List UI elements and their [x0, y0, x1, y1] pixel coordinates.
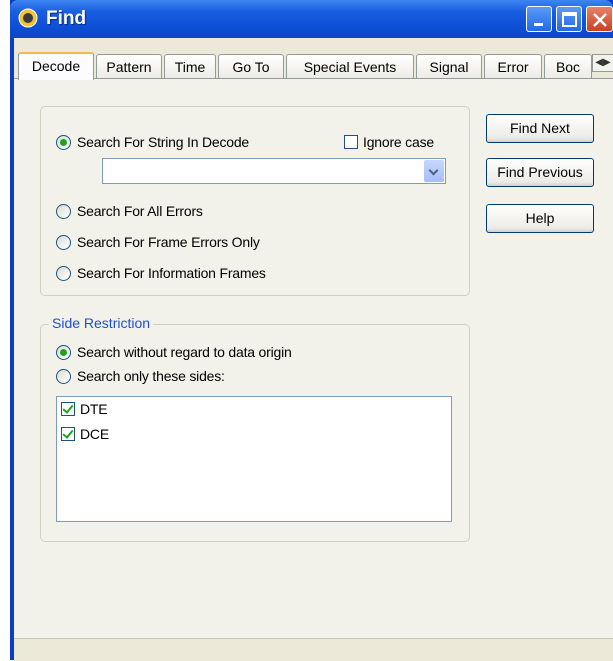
tab-go-to[interactable]: Go To [218, 54, 284, 78]
radio-string-in-decode[interactable]: Search For String In Decode [56, 134, 249, 150]
find-next-button[interactable]: Find Next [486, 114, 594, 143]
ignore-case-label: Ignore case [363, 134, 434, 150]
radio-frame-errors[interactable]: Search For Frame Errors Only [56, 234, 260, 250]
radio-unselected-icon [56, 265, 71, 281]
radio-all-errors-label: Search For All Errors [77, 203, 203, 219]
side-item-dte[interactable]: DTE [61, 401, 108, 417]
radio-without-regard[interactable]: Search without regard to data origin [56, 344, 292, 360]
side-item-label: DCE [80, 426, 109, 442]
radio-info-frames-label: Search For Information Frames [77, 265, 266, 281]
tab-boc[interactable]: Boc [544, 54, 592, 78]
side-item-dce[interactable]: DCE [61, 426, 109, 442]
radio-selected-icon [56, 134, 71, 150]
radio-without-regard-label: Search without regard to data origin [77, 344, 292, 360]
tab-error[interactable]: Error [484, 54, 542, 78]
minimize-button[interactable] [526, 6, 552, 32]
tab-strip: Decode Pattern Time Go To Special Events… [14, 52, 613, 80]
find-window: Find Decode Pattern Time Go To Special E… [10, 0, 613, 661]
radio-only-these-sides[interactable]: Search only these sides: [56, 368, 225, 384]
maximize-icon [562, 12, 577, 27]
tab-time[interactable]: Time [164, 54, 216, 78]
title-bar[interactable]: Find [10, 0, 613, 38]
status-bar [14, 638, 613, 661]
ignore-case-checkbox[interactable]: Ignore case [344, 134, 434, 150]
chevron-down-icon[interactable] [424, 160, 444, 182]
app-icon [18, 8, 38, 28]
checkbox-checked-icon [61, 402, 75, 416]
radio-frame-errors-label: Search For Frame Errors Only [77, 234, 260, 250]
minimize-icon [534, 23, 543, 26]
tab-signal[interactable]: Signal [416, 54, 482, 78]
tab-special-events[interactable]: Special Events [286, 54, 414, 78]
checkbox-checked-icon [61, 427, 75, 441]
search-string-combo[interactable] [102, 158, 446, 184]
side-restriction-title: Side Restriction [49, 315, 154, 331]
side-item-label: DTE [80, 401, 108, 417]
radio-all-errors[interactable]: Search For All Errors [56, 203, 203, 219]
radio-info-frames[interactable]: Search For Information Frames [56, 265, 266, 281]
radio-selected-icon [56, 344, 71, 360]
radio-string-in-decode-label: Search For String In Decode [77, 134, 250, 150]
radio-unselected-icon [56, 203, 71, 219]
maximize-button[interactable] [556, 6, 582, 32]
sides-listbox[interactable]: DTE DCE [56, 396, 452, 522]
radio-only-these-sides-label: Search only these sides: [77, 368, 225, 384]
find-previous-button[interactable]: Find Previous [486, 158, 594, 187]
help-button[interactable]: Help [486, 204, 594, 233]
radio-unselected-icon [56, 368, 71, 384]
tab-decode[interactable]: Decode [18, 52, 94, 80]
close-button[interactable] [586, 6, 613, 32]
close-icon [593, 13, 607, 27]
tab-pattern[interactable]: Pattern [96, 54, 162, 78]
checkbox-unchecked-icon [344, 135, 358, 149]
dialog-client: Decode Pattern Time Go To Special Events… [14, 38, 613, 661]
radio-unselected-icon [56, 234, 71, 250]
tab-scroll-arrows[interactable]: ◀▶ [592, 54, 613, 72]
window-title: Find [46, 8, 87, 29]
